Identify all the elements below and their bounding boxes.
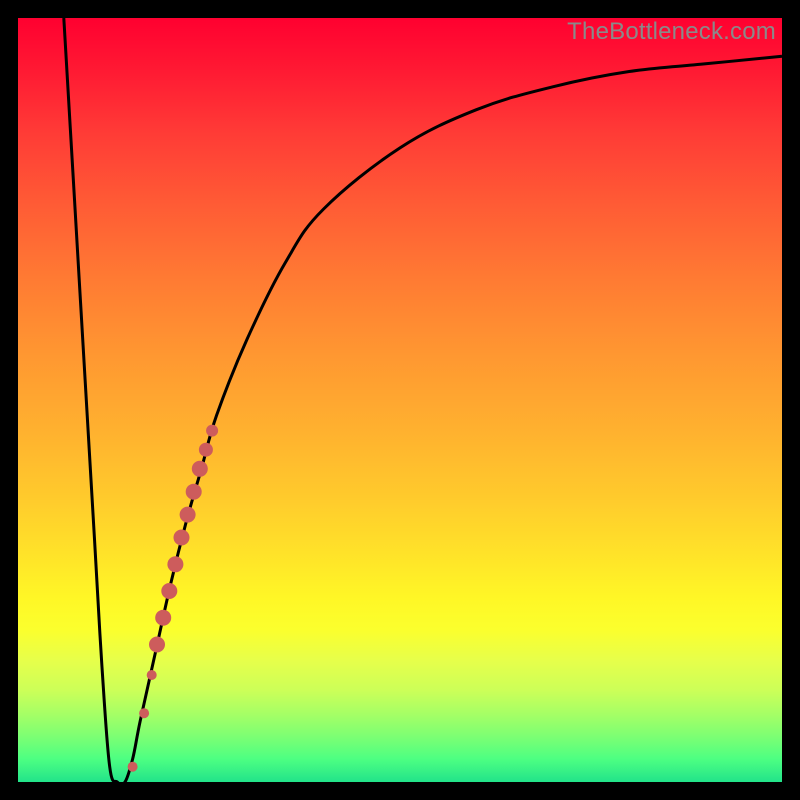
plot-area: TheBottleneck.com — [18, 18, 782, 782]
data-marker — [186, 484, 202, 500]
data-marker — [206, 425, 218, 437]
data-marker — [161, 583, 177, 599]
data-marker — [180, 507, 196, 523]
data-marker — [155, 610, 171, 626]
bottleneck-curve — [64, 18, 782, 785]
data-marker — [128, 762, 138, 772]
data-marker — [174, 530, 190, 546]
data-marker — [167, 556, 183, 572]
data-marker — [147, 670, 157, 680]
data-marker — [149, 637, 165, 653]
data-marker — [139, 708, 149, 718]
data-marker — [192, 461, 208, 477]
data-marker — [199, 443, 213, 457]
chart-svg — [18, 18, 782, 782]
chart-container: TheBottleneck.com — [0, 0, 800, 800]
